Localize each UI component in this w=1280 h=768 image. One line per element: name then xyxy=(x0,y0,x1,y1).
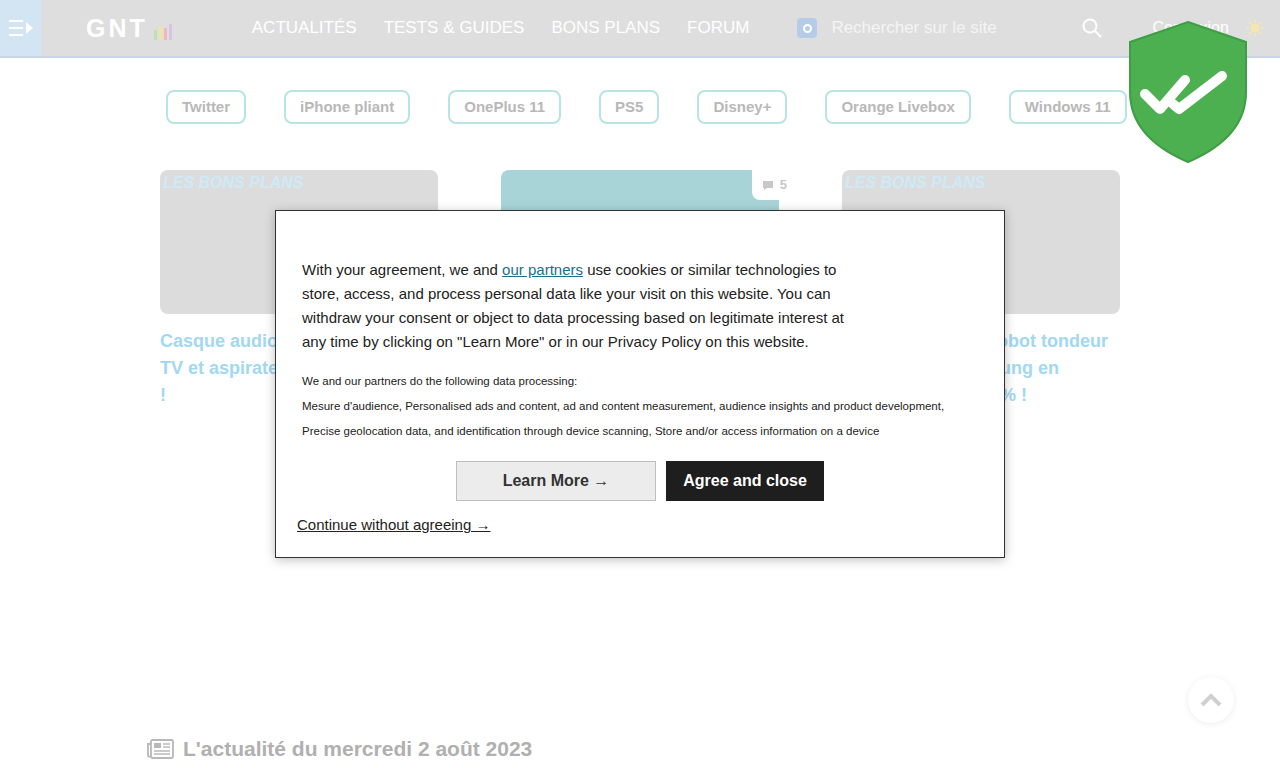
tag[interactable]: iPhone pliant xyxy=(284,90,410,124)
card-ribbon: LES BONS PLANS xyxy=(845,171,985,195)
consent-dialog: With your agreement, we and our partners… xyxy=(275,210,1005,558)
chevron-up-icon xyxy=(1199,692,1223,708)
logo-bars-icon xyxy=(154,24,172,41)
logo[interactable]: GNT xyxy=(86,16,172,41)
consent-buttons: Learn More →Agree and close xyxy=(276,461,1004,501)
scroll-top-button[interactable] xyxy=(1188,677,1234,723)
tag[interactable]: Twitter xyxy=(166,90,246,124)
search-field[interactable]: Rechercher sur le site xyxy=(797,15,1102,41)
nav-item[interactable]: TESTS & GUIDES xyxy=(384,15,525,41)
section-heading: L'actualité du mercredi 2 août 2023 xyxy=(147,733,532,765)
tag[interactable]: Disney+ xyxy=(697,90,787,124)
search-icon[interactable] xyxy=(1082,18,1102,38)
comment-badge: 5 xyxy=(752,170,797,200)
main-nav: ACTUALITÉS TESTS & GUIDES BONS PLANS FORUM xyxy=(252,15,750,41)
comment-icon xyxy=(762,180,774,191)
menu-button[interactable] xyxy=(0,0,41,56)
sun-icon[interactable] xyxy=(1245,18,1265,38)
consent-text: With your agreement, we and our partners… xyxy=(276,258,896,354)
tag[interactable]: Orange Livebox xyxy=(825,90,970,124)
partners-link[interactable]: our partners xyxy=(502,261,583,278)
tag[interactable]: Windows 11 xyxy=(1009,90,1127,124)
tag-row: Twitter iPhone pliant OnePlus 11 PS5 Disney+… xyxy=(0,90,1280,124)
header: GNT ACTUALITÉS TESTS & GUIDES BONS PLANS FOR… xyxy=(0,0,1280,58)
card-ribbon: LES BONS PLANS xyxy=(163,171,303,195)
shield-check-icon[interactable] xyxy=(1127,20,1249,164)
continue-link[interactable]: Continue without agreeing → xyxy=(297,516,490,533)
menu-icon xyxy=(8,17,34,39)
purposes-list: Mesure d'audience, Personalised ads and … xyxy=(276,394,1004,444)
nav-item[interactable]: FORUM xyxy=(687,15,749,41)
tag[interactable]: PS5 xyxy=(599,90,659,124)
purposes-intro: We and our partners do the following dat… xyxy=(276,369,1004,394)
agree-button[interactable]: Agree and close xyxy=(666,461,824,501)
nav-item[interactable]: BONS PLANS xyxy=(551,15,660,41)
page: GNT ACTUALITÉS TESTS & GUIDES BONS PLANS FOR… xyxy=(0,0,1280,768)
newspaper-icon xyxy=(147,739,174,759)
learn-more-button[interactable]: Learn More → xyxy=(456,461,656,501)
nav-item[interactable]: ACTUALITÉS xyxy=(252,15,357,41)
tag[interactable]: OnePlus 11 xyxy=(448,90,561,124)
search-logo-icon xyxy=(797,18,817,38)
